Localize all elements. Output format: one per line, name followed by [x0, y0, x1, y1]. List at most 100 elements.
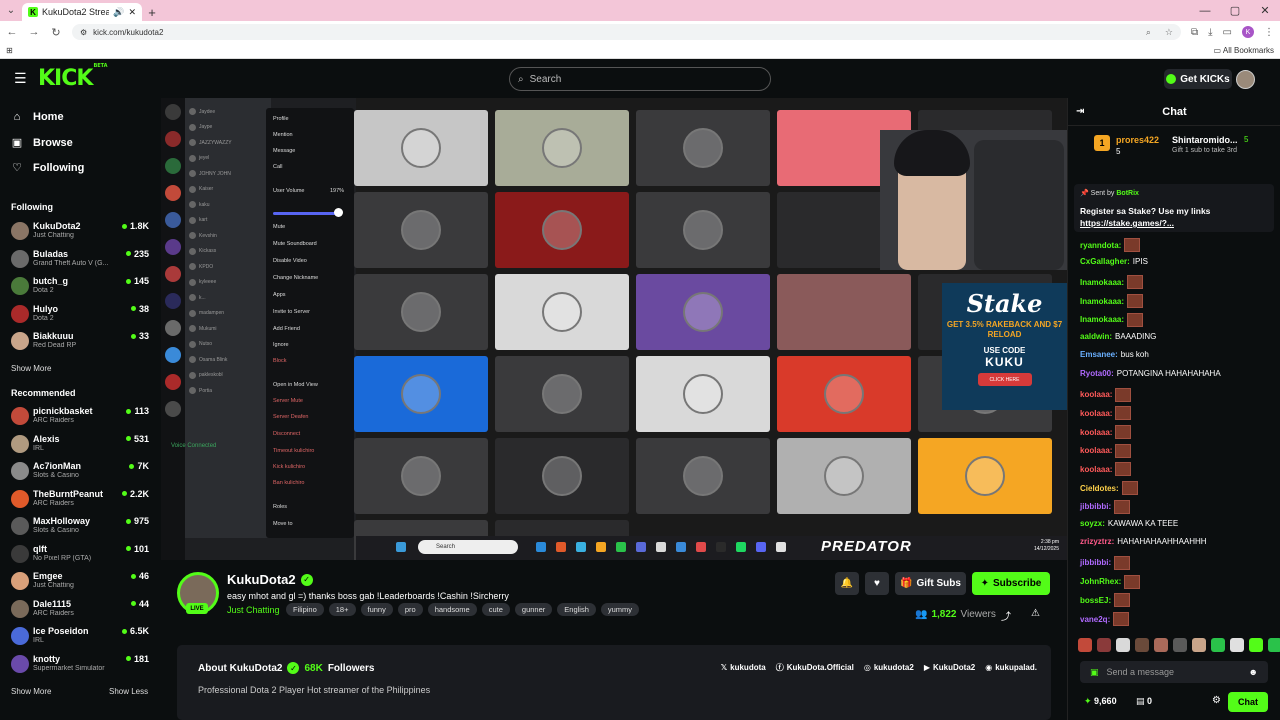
taskbar-app-icon[interactable]	[596, 542, 606, 552]
stream-tag[interactable]: cute	[481, 603, 510, 616]
server-icon[interactable]	[165, 266, 181, 282]
taskbar-app-icon[interactable]	[776, 542, 786, 552]
channel-points[interactable]: ✦ 9,660	[1084, 696, 1117, 707]
stream-tag[interactable]: funny	[360, 603, 393, 616]
stream-tag[interactable]: Filipino	[286, 603, 324, 616]
server-icon[interactable]	[165, 293, 181, 309]
stream-tag[interactable]: pro	[397, 603, 423, 616]
chat-username[interactable]: vane2q:	[1080, 615, 1110, 624]
stream-tag[interactable]: yummy	[600, 603, 640, 616]
downloads-icon[interactable]: ⤓	[1208, 27, 1212, 38]
taskbar-app-icon[interactable]	[616, 542, 626, 552]
notification-bell-button[interactable]: 🔔	[835, 572, 859, 595]
discord-member[interactable]: Kevshin	[189, 232, 259, 239]
share-icon[interactable]: ⤴	[1001, 608, 1011, 623]
url-field[interactable]: ⚙ kick.com/kukudota2 ⌕ ☆	[72, 24, 1181, 40]
discord-member[interactable]: Kickass	[189, 247, 259, 255]
discord-member[interactable]: Portia	[189, 387, 259, 394]
chat-username[interactable]: koolaaa:	[1080, 446, 1112, 455]
discord-member[interactable]: k...	[189, 294, 259, 301]
context-menu-item[interactable]: Mention	[273, 132, 293, 138]
context-menu-item[interactable]: Kick kulichiro	[273, 464, 305, 470]
context-menu-item[interactable]: Invite to Server	[273, 309, 310, 315]
context-menu-item[interactable]: Message	[273, 148, 295, 154]
stream-tag[interactable]: handsome	[427, 603, 477, 616]
site-info-icon[interactable]: ⚙	[80, 28, 87, 37]
maximize-button[interactable]: ▢	[1220, 0, 1250, 21]
context-menu-item[interactable]: Open in Mod View	[273, 382, 318, 388]
search-input[interactable]: ⌕ Search	[509, 67, 771, 91]
channel-item[interactable]: Buladas Grand Theft Auto V (G... 235	[11, 248, 151, 272]
user-avatar[interactable]	[1236, 70, 1255, 89]
chat-username[interactable]: Inamokaaa:	[1080, 315, 1124, 324]
discord-member[interactable]: JOHNY JOHN	[189, 170, 259, 177]
taskbar-app-icon[interactable]	[576, 542, 586, 552]
discord-member[interactable]: Kaiser	[189, 185, 259, 193]
tab-search-icon[interactable]: ⌄	[0, 0, 22, 21]
discord-member[interactable]: Jaype	[189, 123, 259, 131]
server-icon[interactable]	[165, 320, 181, 336]
taskbar-app-icon[interactable]	[736, 542, 746, 552]
chat-username[interactable]: koolaaa:	[1080, 428, 1112, 437]
discord-member[interactable]: kart	[189, 216, 259, 224]
server-icon[interactable]	[165, 212, 181, 228]
show-less[interactable]: Show Less	[109, 687, 148, 696]
menu-icon[interactable]: ☰	[14, 71, 27, 85]
emote-icon[interactable]	[1116, 638, 1130, 652]
context-menu-item[interactable]: Mute	[273, 224, 285, 230]
channel-item[interactable]: KukuDota2 Just Chatting 1.8K	[11, 220, 151, 244]
server-icon[interactable]	[165, 239, 181, 255]
discord-link[interactable]: ◉ kukupalad.	[985, 662, 1037, 673]
context-menu-item[interactable]: Profile	[273, 116, 289, 122]
channel-item[interactable]: qlft No Pixel RP (GTA) 101	[11, 543, 151, 567]
channel-name[interactable]: KukuDota2 ✓	[227, 572, 313, 587]
channel-item[interactable]: butch_g Dota 2 145	[11, 275, 151, 299]
chat-username[interactable]: CxGallagher:	[1080, 257, 1130, 266]
channel-item[interactable]: MaxHolloway Slots & Casino 975	[11, 515, 151, 539]
browser-tab[interactable]: K KukuDota2 Stream - Watc 🔊 ✕	[22, 3, 142, 21]
leader-user-2[interactable]: Shintaromido...	[1172, 135, 1238, 145]
browser-menu-icon[interactable]: ⋮	[1264, 27, 1274, 38]
discord-member[interactable]: pakleskobl	[189, 371, 259, 379]
taskbar-app-icon[interactable]	[756, 542, 766, 552]
discord-member[interactable]: kyleeee	[189, 278, 259, 286]
discord-member[interactable]: Osama Blink	[189, 356, 259, 363]
instagram-link[interactable]: ◎ kukudota2	[864, 662, 914, 673]
context-menu-item[interactable]: User Volume	[273, 188, 305, 194]
discord-member[interactable]: madampen	[189, 309, 259, 317]
context-menu-item[interactable]: Add Friend	[273, 326, 300, 332]
emote-icon[interactable]	[1154, 638, 1168, 652]
chat-username[interactable]: Ryota00:	[1080, 369, 1114, 378]
channel-item[interactable]: knotty Supermarket Simulator 181	[11, 653, 151, 677]
stream-tag[interactable]: 18+	[328, 603, 356, 616]
emote-icon[interactable]	[1268, 638, 1280, 652]
new-tab-button[interactable]: +	[142, 3, 162, 21]
back-icon[interactable]: ←	[6, 26, 18, 38]
channel-item[interactable]: Emgee Just Chatting 46	[11, 570, 151, 594]
profile-avatar[interactable]: K	[1242, 26, 1254, 38]
context-menu-item[interactable]: Timeout kulichiro	[273, 448, 314, 454]
taskbar-app-icon[interactable]	[536, 542, 546, 552]
tab-close-icon[interactable]: ✕	[128, 7, 136, 18]
emote-icon[interactable]	[1135, 638, 1149, 652]
get-kicks-button[interactable]: Get KICKs	[1164, 69, 1232, 89]
video-player[interactable]: Profile Mention Message Call User Volume Mute…	[161, 98, 1067, 560]
chat-input[interactable]: ▣ Send a message ☻	[1080, 661, 1268, 683]
discord-member[interactable]: Nutso	[189, 340, 259, 348]
report-icon[interactable]: ⚠	[1031, 608, 1040, 619]
collapse-chat-icon[interactable]: ⇥	[1076, 106, 1084, 117]
store-count[interactable]: ▤ 0	[1136, 696, 1152, 707]
channel-item[interactable]: Ac7ionMan Slots & Casino 7K	[11, 460, 151, 484]
chat-username[interactable]: koolaaa:	[1080, 409, 1112, 418]
stream-tag[interactable]: English	[557, 603, 596, 616]
stream-category[interactable]: Just Chatting	[227, 605, 280, 615]
context-menu-item[interactable]: Ban kulichiro	[273, 480, 305, 486]
bot-link[interactable]: https://stake.games/?...	[1080, 218, 1174, 228]
server-icon[interactable]	[165, 104, 181, 120]
facebook-link[interactable]: ⓕ KukuDota.Official	[776, 662, 854, 673]
chat-username[interactable]: koolaaa:	[1080, 465, 1112, 474]
taskbar-app-icon[interactable]	[656, 542, 666, 552]
taskbar-app-icon[interactable]	[556, 542, 566, 552]
context-menu-item[interactable]: Block	[273, 358, 286, 364]
server-icon[interactable]	[165, 158, 181, 174]
